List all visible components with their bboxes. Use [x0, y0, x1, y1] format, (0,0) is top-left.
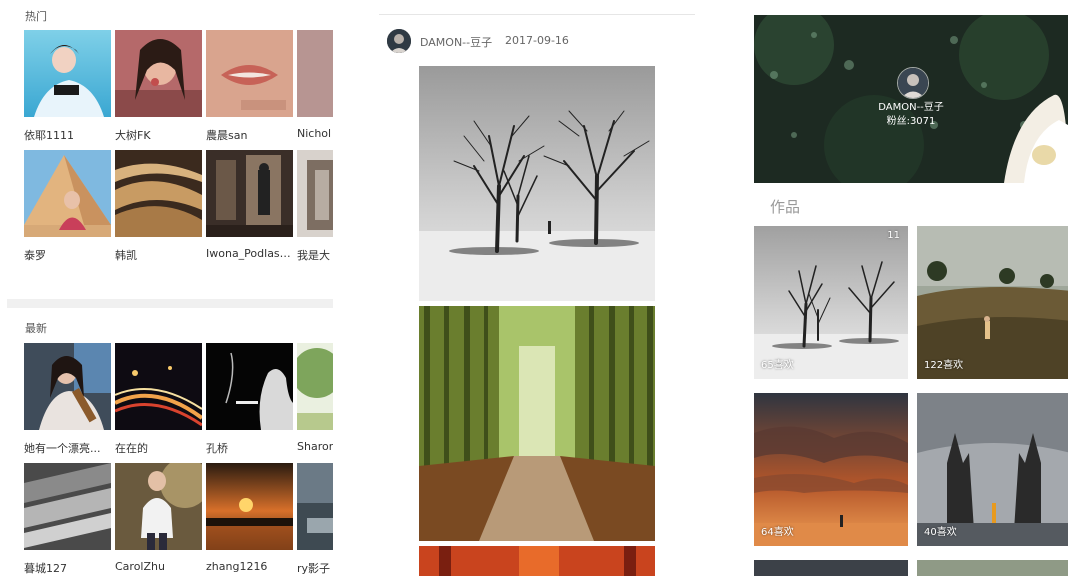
user-photo[interactable] — [206, 30, 293, 117]
newest-row-2: 暮城127 CarolZhu zhang1216 ry影子 — [24, 463, 333, 575]
divider — [379, 14, 695, 15]
user-avatar-icon[interactable] — [387, 29, 411, 53]
user-name[interactable]: 大树FK — [115, 127, 202, 143]
user-name[interactable]: ry影子 — [297, 560, 333, 576]
hot-row-1: 依耶1111 大树FK 農晨san Nichol — [24, 30, 333, 142]
post-panel: DAMON--豆子 2017-09-16 — [379, 0, 695, 576]
user-photo[interactable] — [297, 463, 333, 550]
section-newest-label: 最新 — [25, 322, 47, 335]
user-card[interactable]: CarolZhu — [115, 463, 202, 575]
newest-row-1: 她有一个漂亮... 在在的 孔桥 Sharon — [24, 343, 333, 455]
profile-fans-count: 粉丝:3071 — [886, 116, 936, 127]
user-avatar-icon[interactable] — [897, 67, 929, 99]
user-photo[interactable] — [24, 343, 111, 430]
user-card[interactable]: Nichol — [297, 30, 333, 142]
work-tile[interactable]: 11 65喜欢 — [754, 226, 908, 379]
work-likes: 65喜欢 — [761, 360, 794, 371]
user-card[interactable]: 大树FK — [115, 30, 202, 142]
user-photo[interactable] — [297, 30, 333, 117]
user-photo[interactable] — [24, 463, 111, 550]
user-photo[interactable] — [115, 463, 202, 550]
work-tile[interactable] — [754, 560, 908, 576]
user-photo[interactable] — [115, 30, 202, 117]
user-name[interactable]: 農晨san — [206, 127, 293, 143]
user-photo[interactable] — [297, 343, 333, 430]
work-likes: 122喜欢 — [924, 360, 964, 371]
user-card[interactable]: 她有一个漂亮... — [24, 343, 111, 455]
work-likes: 64喜欢 — [761, 527, 794, 538]
user-card[interactable]: 依耶1111 — [24, 30, 111, 142]
post-photo[interactable] — [419, 306, 655, 541]
work-tile[interactable] — [917, 560, 1068, 576]
user-name[interactable]: 依耶1111 — [24, 127, 111, 143]
user-photo[interactable] — [115, 343, 202, 430]
user-card[interactable]: ry影子 — [297, 463, 333, 575]
post-photo[interactable] — [419, 546, 655, 576]
user-name[interactable]: 在在的 — [115, 440, 202, 456]
user-photo[interactable] — [297, 150, 333, 237]
section-hot-label: 热门 — [25, 10, 47, 23]
user-name[interactable]: Sharon — [297, 440, 333, 453]
user-photo[interactable] — [115, 150, 202, 237]
user-photo[interactable] — [24, 30, 111, 117]
profile-banner: DAMON--豆子 粉丝:3071 — [754, 15, 1068, 183]
work-photo-count: 11 — [887, 230, 900, 241]
post-photo[interactable] — [419, 66, 655, 301]
work-likes: 40喜欢 — [924, 527, 957, 538]
post-date: 2017-09-16 — [505, 34, 569, 47]
user-card[interactable]: 韩凯 — [115, 150, 202, 262]
user-card[interactable]: Sharon — [297, 343, 333, 455]
user-name[interactable]: 她有一个漂亮... — [24, 440, 111, 456]
user-name[interactable]: Iwona_Podlasi... — [206, 247, 293, 260]
user-name[interactable]: zhang1216 — [206, 560, 293, 573]
user-card[interactable]: 在在的 — [115, 343, 202, 455]
profile-panel: DAMON--豆子 粉丝:3071 作品 11 65喜欢 122喜欢 64喜欢 … — [754, 15, 1068, 576]
user-card[interactable]: 我是大 — [297, 150, 333, 262]
user-card[interactable]: 泰罗 — [24, 150, 111, 262]
section-divider — [7, 299, 333, 308]
user-card[interactable]: 暮城127 — [24, 463, 111, 575]
user-photo[interactable] — [206, 343, 293, 430]
user-name[interactable]: 韩凯 — [115, 247, 202, 263]
user-name[interactable]: 泰罗 — [24, 247, 111, 263]
user-name[interactable]: 我是大 — [297, 247, 333, 263]
user-card[interactable]: 孔桥 — [206, 343, 293, 455]
user-name[interactable]: 孔桥 — [206, 440, 293, 456]
user-photo[interactable] — [24, 150, 111, 237]
profile-name: DAMON--豆子 — [878, 102, 944, 113]
user-card[interactable]: Iwona_Podlasi... — [206, 150, 293, 262]
user-name[interactable]: 暮城127 — [24, 560, 111, 576]
work-tile[interactable]: 64喜欢 — [754, 393, 908, 546]
hot-row-2: 泰罗 韩凯 Iwona_Podlasi... 我是大 — [24, 150, 333, 262]
post-author[interactable]: DAMON--豆子 — [420, 34, 492, 50]
user-name[interactable]: Nichol — [297, 127, 333, 140]
users-panel: 热门 依耶1111 大树FK 農晨san Nichol 泰罗 韩凯 Iwona_… — [7, 0, 333, 576]
work-tile[interactable]: 40喜欢 — [917, 393, 1068, 546]
user-card[interactable]: 農晨san — [206, 30, 293, 142]
user-card[interactable]: zhang1216 — [206, 463, 293, 575]
user-name[interactable]: CarolZhu — [115, 560, 202, 573]
user-photo[interactable] — [206, 150, 293, 237]
work-tile[interactable]: 122喜欢 — [917, 226, 1068, 379]
works-title: 作品 — [770, 198, 801, 216]
user-photo[interactable] — [206, 463, 293, 550]
